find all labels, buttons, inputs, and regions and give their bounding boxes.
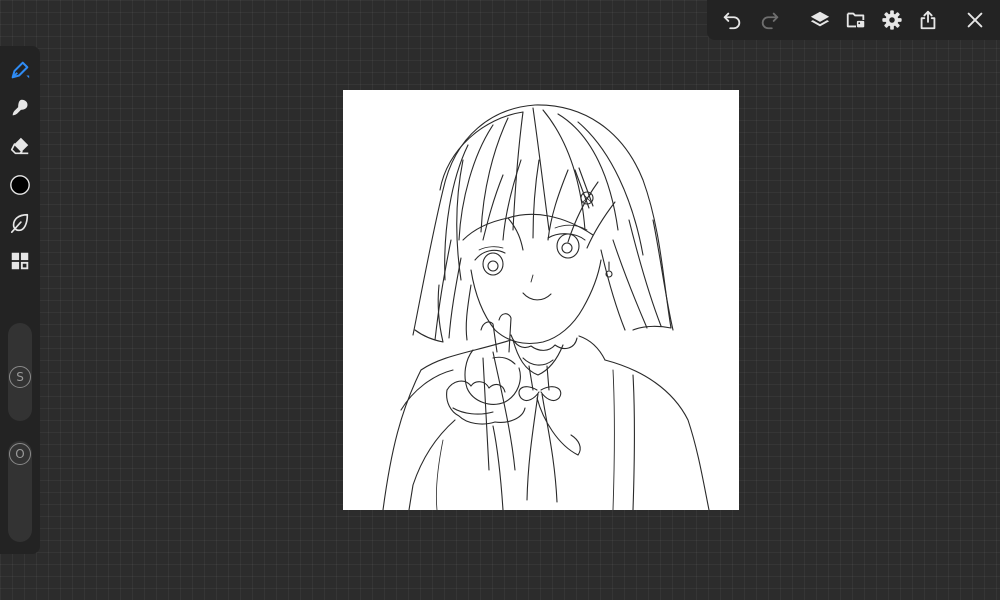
- more-tools-button[interactable]: [6, 247, 34, 275]
- brush-size-slider[interactable]: S: [8, 323, 32, 421]
- drawing-canvas[interactable]: [343, 90, 739, 510]
- color-swatch-icon: [10, 175, 30, 195]
- undo-button[interactable]: [718, 6, 746, 34]
- folder-image-icon: [846, 12, 865, 28]
- brush-opacity-slider[interactable]: O: [8, 441, 32, 542]
- left-toolbar: S O: [0, 46, 40, 554]
- color-picker-button[interactable]: [6, 171, 34, 199]
- layers-button[interactable]: [806, 6, 834, 34]
- redo-icon: [761, 12, 779, 30]
- share-button[interactable]: [914, 6, 942, 34]
- undo-icon: [723, 12, 741, 30]
- close-icon: [967, 12, 983, 28]
- brush-tool-button[interactable]: [6, 56, 34, 84]
- grid-squares-icon: [11, 252, 29, 270]
- settings-button[interactable]: [878, 6, 906, 34]
- eraser-icon: [10, 137, 29, 155]
- redo-button[interactable]: [756, 6, 784, 34]
- pen-brush-icon: [11, 61, 30, 79]
- brush-opacity-knob[interactable]: O: [9, 443, 31, 465]
- close-button[interactable]: [961, 6, 989, 34]
- lasso-tool-button[interactable]: [6, 209, 34, 237]
- smudge-tool-button[interactable]: [6, 94, 34, 122]
- brush-size-knob[interactable]: S: [9, 366, 31, 388]
- gallery-button[interactable]: [842, 6, 870, 34]
- lasso-leaf-icon: [10, 213, 29, 233]
- app-workspace: S O: [0, 0, 1000, 600]
- eraser-tool-button[interactable]: [6, 132, 34, 160]
- top-toolbar: [707, 0, 1000, 40]
- gear-icon: [882, 10, 902, 30]
- smudge-icon: [12, 99, 28, 116]
- layers-icon: [810, 11, 830, 27]
- share-icon: [920, 10, 936, 30]
- line-art-sketch: [382, 104, 710, 510]
